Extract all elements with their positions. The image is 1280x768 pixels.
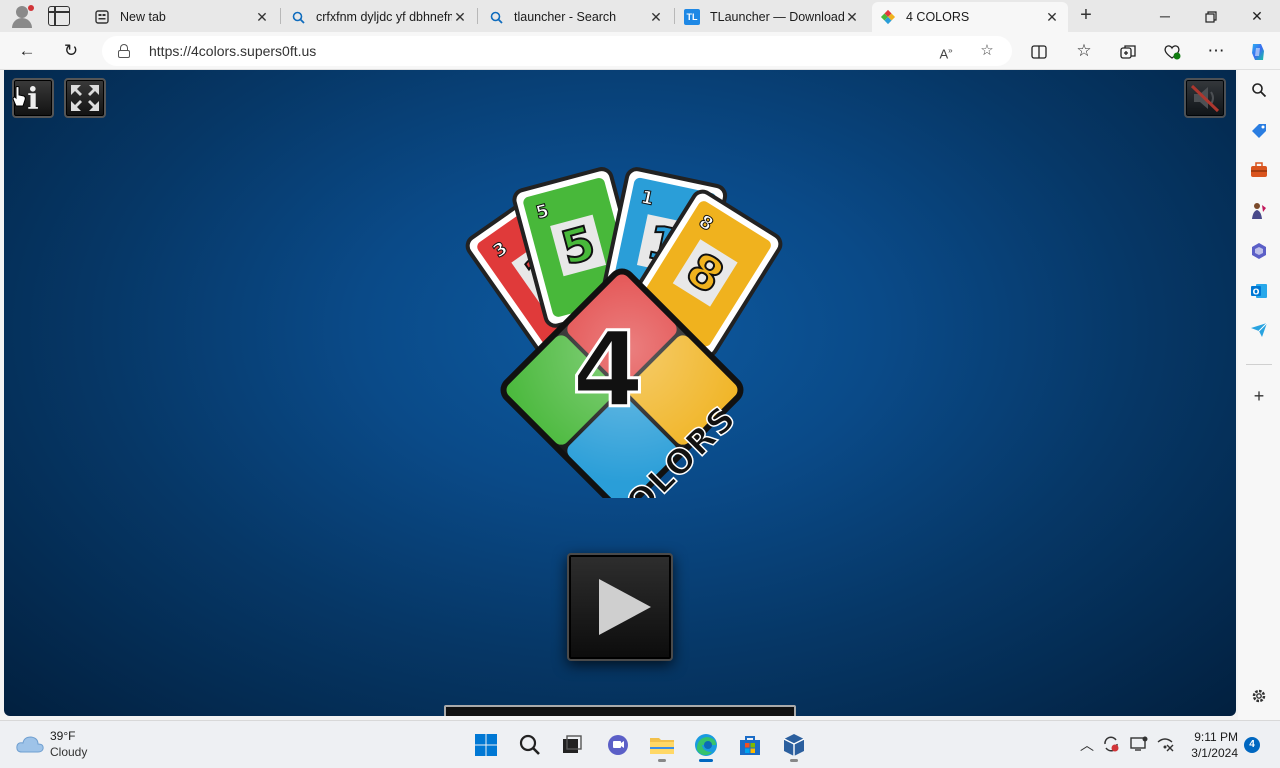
tab-title: crfxfnm dyljdc yf dbhnefmye xyxy=(316,10,452,24)
sound-muted-icon xyxy=(1190,84,1220,113)
tab-search-2[interactable]: tlauncher - Search ✕ xyxy=(480,2,672,32)
close-tab-icon[interactable]: ✕ xyxy=(1044,9,1060,26)
edge-browser-button[interactable] xyxy=(690,729,722,762)
tab-divider xyxy=(477,8,478,24)
collections-icon[interactable] xyxy=(1115,38,1141,64)
search-icon xyxy=(290,9,306,25)
sidebar-settings-icon[interactable] xyxy=(1249,688,1269,708)
sidebar-games-icon[interactable] xyxy=(1249,202,1269,222)
teams-chat-button[interactable] xyxy=(602,729,634,761)
tab-title: New tab xyxy=(120,10,166,24)
fullscreen-button[interactable] xyxy=(64,78,106,118)
close-window-button[interactable]: ✕ xyxy=(1234,0,1280,32)
start-button[interactable] xyxy=(470,729,502,761)
tab-title: TLauncher — Download xyxy=(710,10,844,24)
game-canvas[interactable]: i 3 5 5 1 8 8 4 COLORS xyxy=(4,70,1236,716)
windows-taskbar: 39°F Cloudy ︿ 9:11 PM 3/1/2024 4 xyxy=(0,720,1280,768)
virtualbox-icon xyxy=(783,734,805,756)
tab-strip: New tab ✕ crfxfnm dyljdc yf dbhnefmye ✕ … xyxy=(0,0,1280,32)
weather-condition: Cloudy xyxy=(50,745,88,759)
minimize-button[interactable]: ─ xyxy=(1142,0,1188,32)
hand-cursor-icon xyxy=(12,86,26,107)
taskbar-search-button[interactable] xyxy=(514,729,546,761)
fullscreen-icon xyxy=(71,85,99,111)
weather-temperature: 39°F xyxy=(50,729,76,743)
tab-divider xyxy=(280,8,281,24)
svg-text:O: O xyxy=(1253,288,1260,297)
play-button[interactable] xyxy=(567,553,673,661)
edge-icon xyxy=(695,734,717,756)
search-icon xyxy=(488,9,504,25)
favorites-icon[interactable]: ☆ xyxy=(1071,38,1097,64)
lock-icon[interactable] xyxy=(118,44,130,58)
split-screen-icon[interactable] xyxy=(1026,38,1052,64)
tab-tlauncher[interactable]: TL TLauncher — Download ✕ xyxy=(676,2,868,32)
bottom-panel-bar xyxy=(444,705,796,716)
active-indicator xyxy=(699,759,713,762)
read-aloud-icon[interactable]: A» xyxy=(934,39,958,63)
sidebar-drop-icon[interactable] xyxy=(1249,322,1269,342)
4colors-icon xyxy=(880,9,896,25)
store-icon xyxy=(740,736,760,755)
edge-sidebar: O + xyxy=(1238,70,1280,720)
refresh-button[interactable]: ↻ xyxy=(58,38,84,64)
close-tab-icon[interactable]: ✕ xyxy=(844,9,860,26)
windows-logo-icon xyxy=(475,734,497,756)
running-indicator xyxy=(790,759,798,762)
network-disconnected-icon[interactable] xyxy=(1156,735,1174,756)
newtab-page-icon xyxy=(94,9,110,25)
play-icon xyxy=(599,579,651,635)
sidebar-add-icon[interactable]: + xyxy=(1249,386,1269,406)
close-tab-icon[interactable]: ✕ xyxy=(648,9,664,26)
close-tab-icon[interactable]: ✕ xyxy=(254,9,270,26)
microsoft-store-button[interactable] xyxy=(734,729,766,761)
tab-new-tab[interactable]: New tab ✕ xyxy=(86,2,278,32)
system-clock[interactable]: 9:11 PM 3/1/2024 xyxy=(1176,729,1238,761)
virtualbox-button[interactable] xyxy=(778,729,810,762)
show-hidden-icons-chevron-icon[interactable]: ︿ xyxy=(1080,735,1094,755)
folder-icon xyxy=(650,738,674,754)
notification-badge[interactable]: 4 xyxy=(1244,737,1260,753)
task-view-icon xyxy=(563,735,582,753)
tlauncher-icon: TL xyxy=(684,9,700,25)
sidebar-microsoft365-icon[interactable] xyxy=(1249,242,1269,262)
profile-avatar-icon[interactable] xyxy=(8,4,36,28)
logo-number: 4 xyxy=(572,309,644,431)
sync-icon[interactable] xyxy=(1102,735,1120,756)
sidebar-shopping-icon[interactable] xyxy=(1249,122,1269,142)
teams-chat-icon xyxy=(608,735,628,755)
search-icon xyxy=(519,734,540,755)
restore-button[interactable] xyxy=(1188,0,1234,32)
copilot-icon[interactable] xyxy=(1245,38,1271,64)
clock-date: 3/1/2024 xyxy=(1191,746,1238,760)
navigation-toolbar: ← ↻ https://4colors.supers0ft.us A» ☆ ☆ … xyxy=(0,32,1280,70)
sidebar-tools-icon[interactable] xyxy=(1249,162,1269,182)
favorite-star-icon[interactable]: ☆ xyxy=(975,39,999,63)
tab-4colors[interactable]: 4 COLORS ✕ xyxy=(872,2,1068,32)
tab-actions-icon[interactable] xyxy=(48,6,70,26)
browser-essentials-icon[interactable] xyxy=(1159,38,1185,64)
tab-title: tlauncher - Search xyxy=(514,10,617,24)
back-button[interactable]: ← xyxy=(14,38,40,64)
mute-button[interactable] xyxy=(1184,78,1226,118)
file-explorer-button[interactable] xyxy=(646,729,678,762)
running-indicator xyxy=(658,759,666,762)
tab-divider xyxy=(674,8,675,24)
cloud-icon xyxy=(16,736,44,753)
settings-more-icon[interactable]: ⋯ xyxy=(1203,38,1229,64)
task-view-button[interactable] xyxy=(556,729,588,761)
sidebar-outlook-icon[interactable]: O xyxy=(1249,282,1269,302)
url-text[interactable]: https://4colors.supers0ft.us xyxy=(149,43,316,59)
display-icon[interactable] xyxy=(1130,735,1148,756)
tab-search-1[interactable]: crfxfnm dyljdc yf dbhnefmye ✕ xyxy=(282,2,476,32)
tab-title: 4 COLORS xyxy=(906,10,970,24)
sidebar-divider xyxy=(1246,364,1272,365)
game-logo: 3 3 5 5 1 1 8 8 xyxy=(465,167,783,498)
address-bar[interactable]: https://4colors.supers0ft.us A» ☆ xyxy=(102,36,1012,66)
clock-time: 9:11 PM xyxy=(1194,730,1238,744)
new-tab-button[interactable]: + xyxy=(1074,4,1098,28)
sidebar-search-icon[interactable] xyxy=(1249,82,1269,102)
close-tab-icon[interactable]: ✕ xyxy=(452,9,468,26)
